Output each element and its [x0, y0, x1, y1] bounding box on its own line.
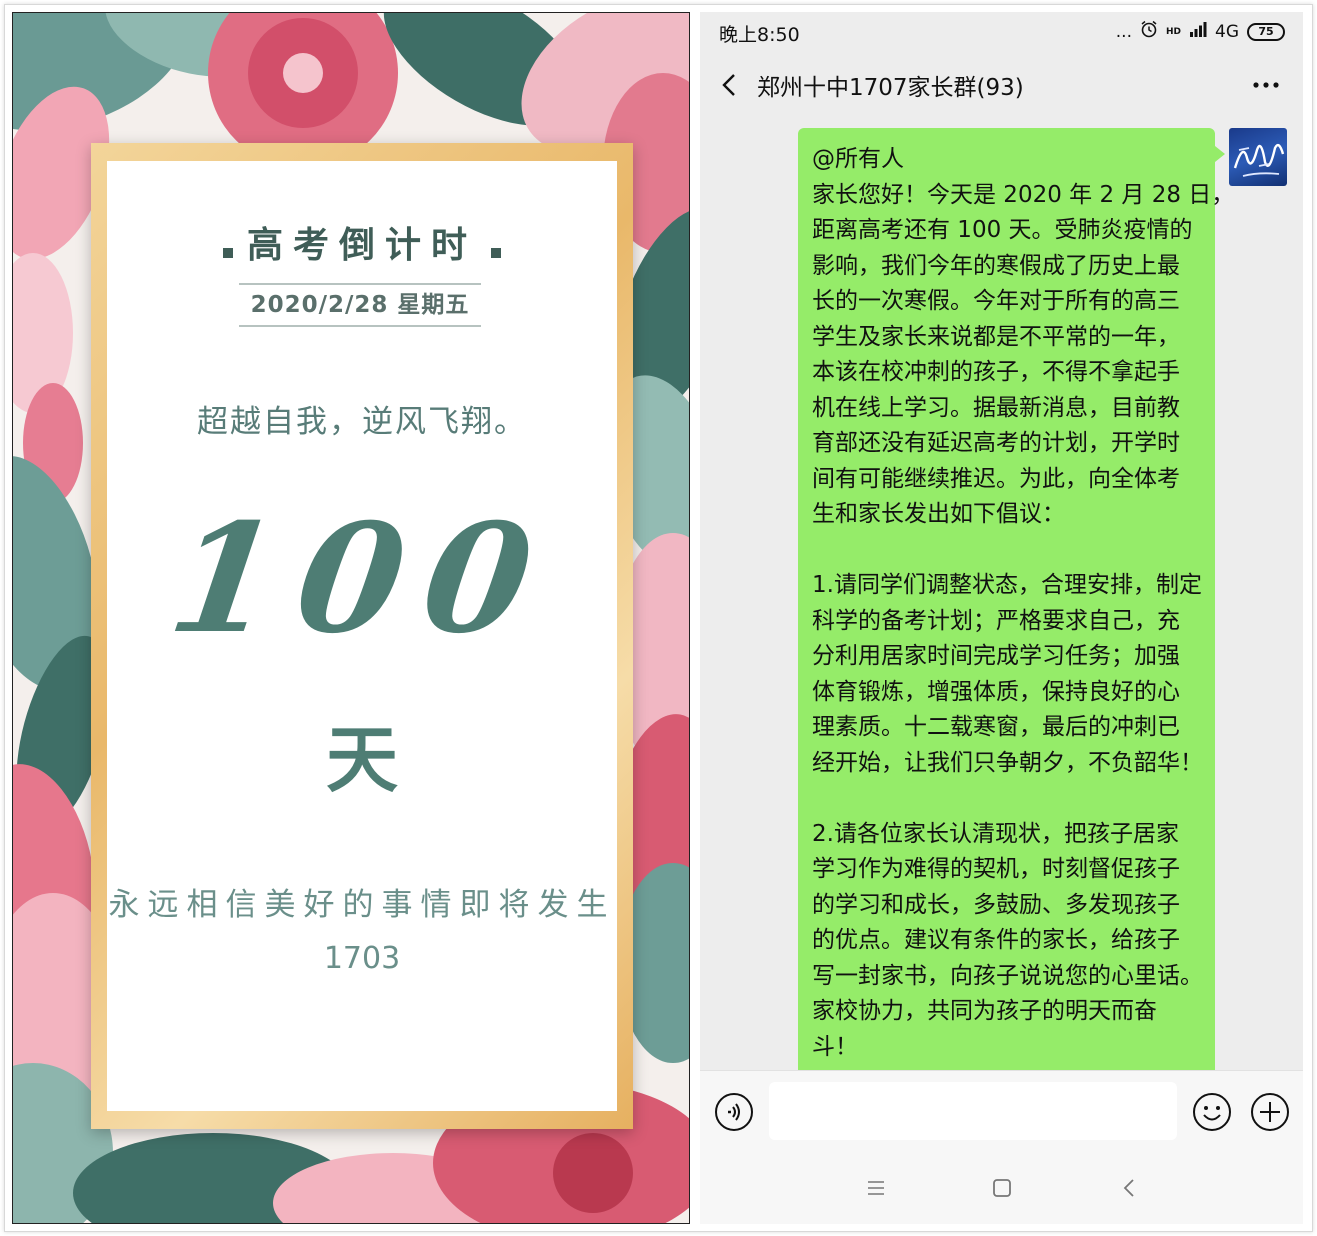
message-line: [812, 533, 1203, 569]
status-indicators: ... HD 4G 75: [1116, 20, 1285, 43]
back-triangle-icon[interactable]: [1120, 1178, 1140, 1198]
message-line: 长的一次寒假。今年对于所有的高三: [812, 288, 1180, 314]
input-bar: [700, 1070, 1303, 1152]
message-line: 间有可能继续推迟。为此，向全体考: [812, 465, 1180, 492]
emoji-icon[interactable]: [1192, 1092, 1232, 1132]
message-line: 学习作为难得的契机，时刻督促孩子: [812, 856, 1180, 882]
status-dots: ...: [1115, 21, 1132, 42]
message-line: 写一封家书，向孩子说说您的心里话。: [812, 962, 1203, 989]
title-square-left: [222, 247, 233, 258]
message-line: 科学的备考计划；严格要求自己，充: [812, 607, 1180, 634]
poster-title-row: 高考倒计时: [107, 216, 617, 268]
message-line: 体育锻炼，增强体质，保持良好的心: [812, 678, 1180, 705]
poster-class-code: 1703: [323, 941, 401, 976]
battery-indicator: 75: [1247, 22, 1285, 41]
message-line: 学生及家长来说都是不平常的一年，: [812, 323, 1180, 350]
wechat-chat-screen: 晚上8:50 ... HD 4G 75 郑州十中1707家长群(93) @所有人…: [700, 12, 1303, 1224]
avatar[interactable]: [1229, 128, 1287, 186]
message-line: 理素质。十二载寒窗，最后的冲刺已: [812, 714, 1180, 740]
chevron-left-icon[interactable]: [720, 72, 740, 98]
more-dots-icon[interactable]: [1251, 72, 1281, 98]
message-line: 分利用居家时间完成学习任务；加强: [812, 643, 1180, 669]
voice-icon[interactable]: [714, 1092, 754, 1132]
message-line: 生和家长发出如下倡议：: [812, 501, 1065, 527]
message-line: 经开始，让我们只争朝夕，不负韶华！: [812, 749, 1203, 776]
message-input[interactable]: [769, 1082, 1177, 1140]
home-square-icon[interactable]: [992, 1178, 1012, 1198]
message-line: 机在线上学习。据最新消息，目前教: [812, 394, 1180, 421]
message-line: 育部还没有延迟高考的计划，开学时: [812, 430, 1180, 456]
message-line: 的优点。建议有条件的家长，给孩子: [812, 927, 1180, 953]
message-line: 的学习和成长，多鼓励、多发现孩子: [812, 891, 1180, 918]
status-bar: 晚上8:50 ... HD 4G 75: [700, 12, 1303, 52]
poster-motto: 永远相信美好的事情即将发生: [108, 887, 616, 923]
chat-title: 郑州十中1707家长群(93): [757, 75, 1024, 101]
avatar-calligraphy-icon: [1233, 143, 1285, 177]
message-line: 2.请各位家长认清现状，把孩子居家: [812, 820, 1179, 847]
message-line: 1.请同学们调整状态，合理安排，制定: [812, 572, 1202, 598]
message-line: 影响，我们今年的寒假成了历史上最: [812, 252, 1180, 279]
message-line: 家校协力，共同为孩子的明天而奋: [812, 998, 1157, 1024]
system-navigation-bar: [700, 1152, 1303, 1224]
poster-date: 2020/2/28 星期五: [239, 283, 481, 327]
menu-icon[interactable]: [866, 1178, 886, 1198]
message-line: 斗！: [812, 1033, 858, 1060]
plus-icon[interactable]: [1250, 1092, 1290, 1132]
signal-icon: [1189, 21, 1207, 42]
message-line: 本该在校冲刺的孩子，不得不拿起手: [812, 359, 1180, 385]
title-square-right: [491, 247, 501, 258]
message-line: 家长您好！今天是 2020 年 2 月 28 日，: [812, 181, 1235, 208]
message-bubble[interactable]: @所有人家长您好！今天是 2020 年 2 月 28 日， 距离高考还有 100 …: [798, 128, 1235, 1072]
message-line: [812, 781, 1203, 817]
hd-label: HD: [1165, 26, 1181, 37]
message-line: 距离高考还有 100 天。受肺炎疫情的: [812, 217, 1193, 243]
countdown-unit: 天: [325, 717, 398, 802]
network-type: 4G: [1215, 21, 1239, 42]
status-time: 晚上8:50: [719, 24, 800, 46]
alarm-clock-icon: [1140, 20, 1158, 43]
poster-card: 高考倒计时 2020/2/28 星期五 超越自我，逆风飞翔。 100 天 永远相…: [107, 161, 617, 1111]
poster-slogan: 超越自我，逆风飞翔。: [197, 404, 527, 440]
countdown-poster: 高考倒计时 2020/2/28 星期五 超越自我，逆风飞翔。 100 天 永远相…: [12, 12, 690, 1224]
chat-header: 郑州十中1707家长群(93): [700, 52, 1303, 118]
poster-title: 高考倒计时: [246, 224, 477, 266]
bubble-tail: [1215, 146, 1225, 162]
countdown-number: 100: [160, 491, 564, 667]
chat-area[interactable]: @所有人家长您好！今天是 2020 年 2 月 28 日， 距离高考还有 100 …: [700, 118, 1303, 1072]
message-line: @所有人: [812, 146, 904, 172]
